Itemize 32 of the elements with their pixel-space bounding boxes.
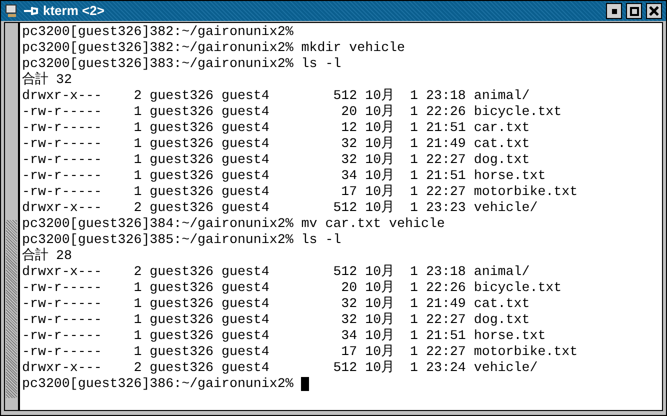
- terminal-line: -rw-r----- 1 guest326 guest4 32 10月 1 21:49 cat.txt: [22, 136, 530, 152]
- terminal-line: -rw-r----- 1 guest326 guest4 17 10月 1 22:27 motorbike.txt: [22, 344, 578, 360]
- terminal-line: drwxr-x--- 2 guest326 guest4 512 10月 1 23:18 animal/: [22, 264, 530, 280]
- terminal-line: pc3200[guest326]383:~/gaironunix2% ls -l: [22, 56, 342, 72]
- terminal-line: -rw-r----- 1 guest326 guest4 32 10月 1 22:27 dog.txt: [22, 312, 530, 328]
- maximize-button[interactable]: [626, 3, 642, 19]
- computer-icon[interactable]: [5, 4, 19, 18]
- scrollbar[interactable]: [4, 22, 19, 411]
- close-button[interactable]: [646, 3, 662, 19]
- terminal-line: -rw-r----- 1 guest326 guest4 34 10月 1 21:51 horse.txt: [22, 328, 546, 344]
- terminal-line: pc3200[guest326]385:~/gaironunix2% ls -l: [22, 232, 342, 248]
- terminal-line: pc3200[guest326]384:~/gaironunix2% mv car.txt vehicle: [22, 216, 445, 232]
- terminal-line: pc3200[guest326]382:~/gaironunix2%: [22, 24, 294, 40]
- terminal-line: -rw-r----- 1 guest326 guest4 20 10月 1 22:26 bicycle.txt: [22, 280, 562, 296]
- terminal-line: -rw-r----- 1 guest326 guest4 12 10月 1 21:51 car.txt: [22, 120, 530, 136]
- terminal-line: drwxr-x--- 2 guest326 guest4 512 10月 1 23:24 vehicle/: [22, 360, 538, 376]
- terminal-line: -rw-r----- 1 guest326 guest4 17 10月 1 22:27 motorbike.txt: [22, 184, 578, 200]
- terminal-line: drwxr-x--- 2 guest326 guest4 512 10月 1 23:23 vehicle/: [22, 200, 538, 216]
- terminal-line: drwxr-x--- 2 guest326 guest4 512 10月 1 23:18 animal/: [22, 88, 530, 104]
- terminal-line: 合計 28: [22, 248, 72, 264]
- minimize-button[interactable]: [606, 3, 622, 19]
- terminal-line: pc3200[guest326]382:~/gaironunix2% mkdir vehicle: [22, 40, 406, 56]
- terminal-line: -rw-r----- 1 guest326 guest4 34 10月 1 21:51 horse.txt: [22, 168, 546, 184]
- terminal-area[interactable]: [19, 22, 663, 411]
- window-title: kterm <2>: [43, 2, 104, 20]
- terminal-line: 合計 32: [22, 72, 72, 88]
- terminal-line: -rw-r----- 1 guest326 guest4 20 10月 1 22:26 bicycle.txt: [22, 104, 562, 120]
- terminal-line: -rw-r----- 1 guest326 guest4 32 10月 1 22:27 dog.txt: [22, 152, 530, 168]
- scrollbar-thumb[interactable]: [6, 220, 17, 398]
- pin-icon[interactable]: [23, 5, 39, 17]
- terminal-line: pc3200[guest326]386:~/gaironunix2%: [22, 376, 294, 392]
- terminal-line: -rw-r----- 1 guest326 guest4 32 10月 1 21:49 cat.txt: [22, 296, 530, 312]
